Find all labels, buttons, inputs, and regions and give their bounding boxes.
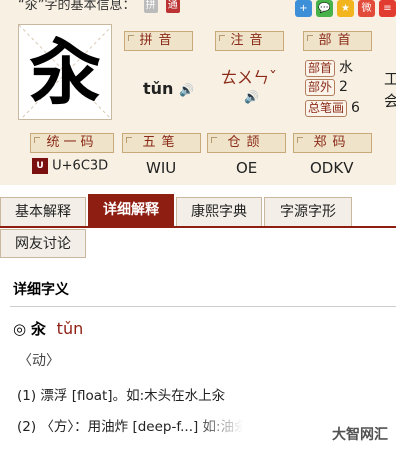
part-of-speech: 〈动〉 bbox=[18, 353, 60, 369]
section-title: 详细字义 bbox=[13, 282, 69, 298]
tab-underline bbox=[0, 226, 396, 228]
tab-basic[interactable]: 基本解释 bbox=[0, 197, 86, 227]
buwai-row: 部外 2 bbox=[305, 79, 348, 96]
bihua-row: 总笔画 6 bbox=[305, 100, 360, 117]
pinyin-text: tǔn bbox=[143, 79, 174, 98]
unicode-value-row: U U+6C3D bbox=[32, 158, 108, 174]
pinyin-value: tǔn 🔊 bbox=[143, 79, 194, 98]
wubi-value: WIU bbox=[146, 159, 177, 177]
cangjie-value: OE bbox=[236, 159, 258, 177]
zhuyin-value: ㄊㄨㄣˇ bbox=[221, 68, 278, 87]
label-zhengma: 郑码 bbox=[293, 133, 372, 153]
fade-overlay bbox=[195, 410, 315, 450]
label-zhuyin: 注音 bbox=[215, 31, 284, 51]
label-bushou: 部首 bbox=[303, 31, 372, 51]
share-bar: + 💬 ★ 微 ≡ bbox=[295, 0, 396, 17]
buwai-small-label: 部外 bbox=[305, 79, 336, 96]
entry-pinyin: tǔn bbox=[56, 319, 84, 338]
entry-char: 汆 bbox=[30, 320, 46, 338]
more-share-icon[interactable]: ≡ bbox=[379, 0, 396, 17]
character-display: 汆 bbox=[18, 24, 112, 120]
bushou-row: 部首水 bbox=[305, 57, 353, 77]
tongyong-button[interactable]: 通 bbox=[165, 0, 180, 13]
bushou-small-label: 部首 bbox=[305, 60, 336, 77]
character-glyph: 汆 bbox=[28, 30, 101, 115]
unicode-value: U+6C3D bbox=[52, 158, 109, 174]
tab-ziyuan[interactable]: 字源字形 bbox=[264, 197, 352, 227]
label-pinyin: 拼音 bbox=[124, 31, 193, 51]
tab-kangxi[interactable]: 康熙字典 bbox=[176, 197, 262, 227]
label-unicode: 统一码 bbox=[30, 133, 114, 153]
watermark-logo: 大智网汇 bbox=[332, 427, 388, 443]
edge-text-a: 工 bbox=[384, 70, 396, 88]
label-wubi: 五笔 bbox=[122, 133, 201, 153]
edge-text-b: 会 bbox=[384, 92, 396, 110]
zhengma-value: ODKV bbox=[310, 159, 354, 177]
label-cangjie: 仓颉 bbox=[207, 133, 286, 153]
weibo-icon[interactable]: 微 bbox=[358, 0, 375, 17]
qzone-icon[interactable]: ★ bbox=[337, 0, 354, 17]
plus-share-icon[interactable]: + bbox=[295, 0, 312, 17]
unicode-logo-icon: U bbox=[32, 158, 48, 174]
entry-bullet: ◎ bbox=[13, 320, 27, 338]
tab-discussion[interactable]: 网友讨论 bbox=[0, 229, 86, 258]
tab-detailed[interactable]: 详细解释 bbox=[88, 194, 174, 227]
buwai-value: 2 bbox=[339, 79, 348, 95]
info-header-text: “汆”字的基本信息： bbox=[18, 0, 136, 13]
bushou-value: 水 bbox=[339, 60, 354, 76]
definition-1: (1) 漂浮 [float]。如:木头在水上汆 bbox=[17, 388, 226, 404]
info-header: “汆”字的基本信息： 拼 通 bbox=[18, 0, 180, 13]
zhuyin-speaker-icon[interactable]: 🔊 bbox=[244, 90, 259, 104]
bihua-value: 6 bbox=[351, 100, 360, 116]
basic-info-panel: “汆”字的基本信息： 拼 通 + 💬 ★ 微 ≡ 汆 拼音 注音 部首 tǔn 🔊 ㄊㄨ… bbox=[0, 0, 396, 185]
entry-heading: ◎ 汆 tǔn bbox=[13, 318, 83, 339]
wechat-icon[interactable]: 💬 bbox=[316, 0, 333, 17]
pinyin-toggle-button[interactable]: 拼 bbox=[143, 0, 158, 13]
speaker-icon[interactable]: 🔊 bbox=[179, 83, 194, 97]
bihua-small-label: 总笔画 bbox=[305, 100, 348, 117]
section-divider bbox=[10, 306, 396, 307]
